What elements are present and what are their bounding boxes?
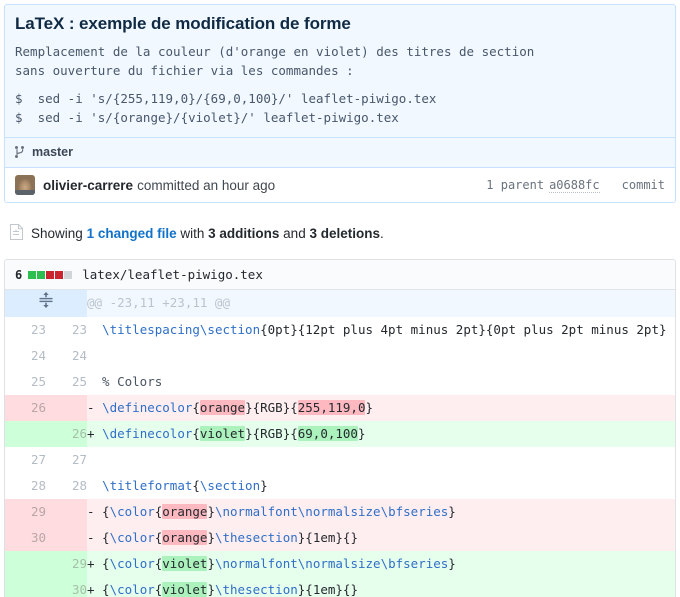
diff-line-content: - {\color{orange}\normalfont\normalsize\… [87, 498, 675, 525]
diff-hunk-row: @@ -23,11 +23,11 @@ [5, 290, 675, 317]
diffstat-block [46, 270, 55, 279]
diffstat-blocks [28, 270, 73, 279]
diff-line-ctx: 23 23 \titlespacing\section{0pt}{12pt plu… [5, 316, 675, 343]
diff-line-del: 30 - {\color{orange}\thesection}{1em}{} [5, 524, 675, 551]
diff-line-content: % Colors [87, 368, 675, 395]
hunk-header-text: @@ -23,11 +23,11 @@ [87, 290, 675, 317]
summary-with: with [180, 226, 205, 241]
diff-new-line-number[interactable]: 28 [46, 472, 87, 499]
author-name[interactable]: olivier-carrere [43, 178, 133, 193]
unfold-icon [39, 291, 53, 317]
diff-line-content: \titlespacing\section{0pt}{12pt plus 4pt… [87, 316, 675, 343]
diff-new-line-number[interactable]: 23 [46, 316, 87, 343]
branch-row[interactable]: master [5, 137, 675, 167]
diff-line-del: 26 - \definecolor{orange}{RGB}{255,119,0} [5, 394, 675, 421]
expand-hunk-button[interactable] [5, 290, 87, 317]
git-branch-icon [15, 145, 26, 159]
commit-author-row: olivier-carrere committed an hour ago 1 … [5, 167, 675, 202]
file-diff-icon [10, 224, 23, 243]
file-path[interactable]: latex/leaflet-piwigo.tex [82, 267, 263, 282]
diff-new-line-number[interactable]: 27 [46, 446, 87, 473]
diff-line-del: 29 - {\color{orange}\normalfont\normalsiz… [5, 498, 675, 525]
description-blank-line [15, 80, 665, 89]
diff-table-body: @@ -23,11 +23,11 @@ 23 23 \titlespacing\se… [5, 290, 675, 597]
diff-line-content: + \definecolor{violet}{RGB}{69,0,100} [87, 420, 675, 447]
commit-meta: 1 parent a0688fc commit [486, 178, 665, 193]
diff-new-line-number[interactable]: 24 [46, 342, 87, 369]
diff-old-line-number[interactable]: 26 [5, 394, 46, 421]
diff-old-line-number[interactable]: 29 [5, 498, 46, 525]
diff-line-ctx: 28 28 \titleformat{\section} [5, 472, 675, 499]
parent-label: 1 parent [486, 177, 545, 192]
diff-new-line-number[interactable]: 30 [46, 576, 87, 597]
diffstat-block [55, 270, 64, 279]
commit-page: LaTeX : exemple de modification de forme… [0, 4, 680, 597]
diff-old-line-number[interactable] [5, 550, 46, 577]
diff-line-ctx: 25 25 % Colors [5, 368, 675, 395]
diffstat-count: 6 [15, 267, 23, 282]
diff-new-line-number[interactable] [46, 394, 87, 421]
description-line: Remplacement de la couleur (d'orange en … [15, 44, 535, 59]
additions-count: 3 additions [208, 226, 280, 241]
diff-line-add: 30 + {\color{violet}\thesection}{1em}{} [5, 576, 675, 597]
diff-line-ctx: 27 27 [5, 446, 675, 473]
branch-name: master [32, 145, 73, 159]
commit-message-panel: LaTeX : exemple de modification de forme… [4, 4, 676, 203]
diffstat-block [64, 270, 73, 279]
diff-new-line-number[interactable] [46, 524, 87, 551]
file-diff-header: 6 latex/leaflet-piwigo.tex [5, 260, 675, 290]
diff-new-line-number[interactable] [46, 498, 87, 525]
avatar[interactable] [15, 175, 35, 195]
commit-description: Remplacement de la couleur (d'orange en … [15, 42, 665, 127]
diffstat-block [37, 270, 46, 279]
diff-line-content: - \definecolor{orange}{RGB}{255,119,0} [87, 394, 675, 421]
deletions-count: 3 deletions [309, 226, 380, 241]
description-line: sans ouverture du fichier via les comman… [15, 63, 354, 78]
file-diff: 6 latex/leaflet-piwigo.tex @@ -23,11 +23… [4, 259, 676, 597]
diff-new-line-number[interactable]: 26 [46, 420, 87, 447]
changed-files-link[interactable]: 1 changed file [87, 226, 177, 241]
diff-line-add: 29 + {\color{violet}\normalfont\normalsiz… [5, 550, 675, 577]
diff-line-content: - {\color{orange}\thesection}{1em}{} [87, 524, 675, 551]
diff-line-content: + {\color{violet}\normalfont\normalsize\… [87, 550, 675, 577]
diffstat-block [28, 270, 37, 279]
diff-line-content [87, 446, 675, 473]
diff-old-line-number[interactable] [5, 420, 46, 447]
summary-period: . [380, 226, 384, 241]
diff-table: @@ -23,11 +23,11 @@ 23 23 \titlespacing\se… [5, 290, 675, 597]
diff-summary: Showing 1 changed file with 3 additions … [0, 224, 680, 243]
diff-line-content: \titleformat{\section} [87, 472, 675, 499]
summary-prefix: Showing [31, 226, 83, 241]
parent-sha[interactable]: a0688fc [549, 178, 600, 193]
description-line: $ sed -i 's/{orange}/{violet}/' leaflet-… [15, 110, 399, 125]
diff-old-line-number[interactable]: 28 [5, 472, 46, 499]
diff-old-line-number[interactable]: 25 [5, 368, 46, 395]
diff-new-line-number[interactable]: 29 [46, 550, 87, 577]
diff-line-content [87, 342, 675, 369]
diff-old-line-number[interactable] [5, 576, 46, 597]
diff-line-add: 26 + \definecolor{violet}{RGB}{69,0,100} [5, 420, 675, 447]
diff-old-line-number[interactable]: 30 [5, 524, 46, 551]
diff-old-line-number[interactable]: 27 [5, 446, 46, 473]
commit-action-text: committed an hour ago [137, 177, 276, 193]
diff-line-content: + {\color{violet}\thesection}{1em}{} [87, 576, 675, 597]
diff-line-ctx: 24 24 [5, 342, 675, 369]
commit-title: LaTeX : exemple de modification de forme [15, 14, 351, 33]
diff-new-line-number[interactable]: 25 [46, 368, 87, 395]
diff-old-line-number[interactable]: 23 [5, 316, 46, 343]
commit-sha-label: commit [621, 177, 665, 192]
description-line: $ sed -i 's/{255,119,0}/{69,0,100}/' lea… [15, 91, 437, 106]
summary-and: and [283, 226, 306, 241]
commit-message-body: LaTeX : exemple de modification de forme… [5, 5, 675, 137]
diff-old-line-number[interactable]: 24 [5, 342, 46, 369]
